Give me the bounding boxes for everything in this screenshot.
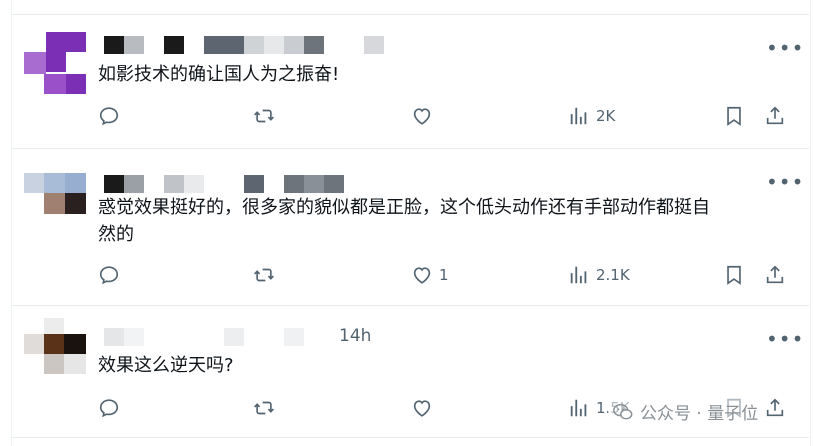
views-button[interactable]: 2K [568,105,615,127]
views-count: 2.1K [596,266,630,284]
reply-button[interactable] [98,105,126,127]
like-button[interactable] [411,105,439,127]
like-icon [413,267,431,284]
views-icon [570,266,587,284]
post-text-line: 然的 [98,224,134,245]
views-icon [570,399,587,417]
repost-icon [254,109,274,123]
share-icon [766,106,784,125]
share-icon [766,265,784,284]
separator [11,437,809,438]
action-bar: 1 2.1K [12,264,808,288]
views-button[interactable]: 2.1K [568,264,630,286]
share-icon [766,398,784,417]
author-name-redacted[interactable] [104,175,344,193]
reply-button[interactable] [98,264,126,286]
watermark-label: 公众号 · 量子位 [640,404,759,424]
views-icon [570,107,587,125]
post-time[interactable]: 14h [339,326,371,346]
repost-button[interactable] [253,105,281,127]
avatar[interactable] [24,318,86,380]
repost-icon [254,268,274,282]
author-name-redacted[interactable] [104,36,384,54]
like-button[interactable] [411,397,439,419]
watermark: 公众号 · 量子位 [608,399,763,424]
reply-icon [99,399,119,418]
bookmark-icon [727,106,741,126]
more-icon[interactable]: ••• [766,38,804,58]
share-button[interactable] [764,397,786,419]
author-name-redacted[interactable] [104,328,304,346]
post-text-line: 惑觉效果挺好的，很多家的貌似都是正脸，这个低头动作还有手部动作都挺自 [98,197,710,218]
post-text: 如影技术的确让国人为之振奋! [98,64,340,85]
views-count: 2K [596,107,616,125]
like-button[interactable]: 1 [411,264,449,286]
reply-icon [99,107,119,126]
reply-button[interactable] [98,397,126,419]
bookmark-icon [727,265,741,285]
like-icon [413,400,431,417]
repost-icon [254,401,274,415]
bookmark-button[interactable] [723,264,745,286]
wechat-icon [613,403,633,419]
repost-button[interactable] [253,264,281,286]
bookmark-button[interactable] [723,105,745,127]
like-icon [413,108,431,125]
share-button[interactable] [764,264,786,286]
more-icon[interactable]: ••• [766,329,804,349]
avatar[interactable] [24,173,86,235]
avatar[interactable] [24,32,86,94]
post-text: 惑觉效果挺好的，很多家的貌似都是正脸，这个低头动作还有手部动作都挺自 然的 [98,194,710,248]
more-icon[interactable]: ••• [766,172,804,192]
post-text: 效果这么逆天吗? [98,355,234,376]
reply-icon [99,266,119,285]
post-2[interactable]: ••• 惑觉效果挺好的，很多家的貌似都是正脸，这个低头动作还有手部动作都挺自 然… [12,149,808,305]
post-1[interactable]: ••• 如影技术的确让国人为之振奋! 2K [12,15,808,148]
like-count: 1 [439,266,449,284]
repost-button[interactable] [253,397,281,419]
share-button[interactable] [764,105,786,127]
action-bar: 2K [12,105,808,129]
